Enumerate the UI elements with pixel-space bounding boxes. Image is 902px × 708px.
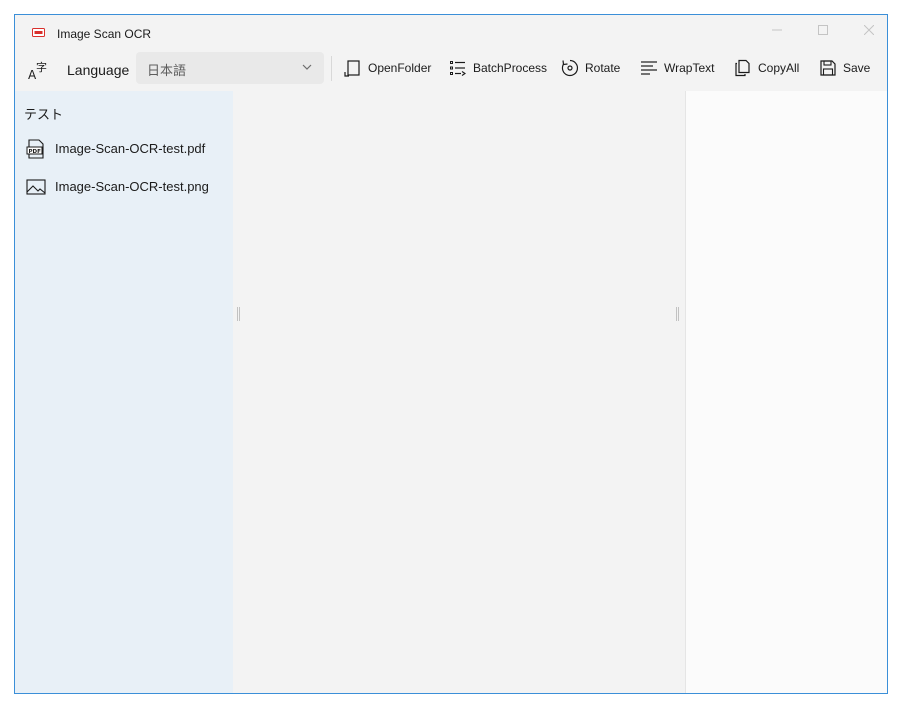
close-icon xyxy=(864,25,874,35)
image-file-icon xyxy=(26,179,46,195)
app-window: Image Scan OCR A 字 Language 日本語 OpenFold… xyxy=(14,14,888,694)
maximize-icon xyxy=(818,25,828,35)
copy-icon xyxy=(735,59,750,77)
splitter-grip xyxy=(239,307,240,321)
open-folder-label: OpenFolder xyxy=(368,61,432,75)
language-selected-value: 日本語 xyxy=(147,64,187,79)
rotate-icon xyxy=(561,59,579,77)
save-label: Save xyxy=(843,61,871,75)
file-list-item[interactable]: Image-Scan-OCR-test.png xyxy=(15,169,233,203)
toolbar: A 字 Language 日本語 OpenFolder BatchProcess… xyxy=(15,51,887,91)
window-title: Image Scan OCR xyxy=(57,27,152,41)
title-bar[interactable]: Image Scan OCR xyxy=(15,15,887,51)
save-icon xyxy=(820,60,836,76)
wrap-text-icon xyxy=(641,61,657,75)
file-name: Image-Scan-OCR-test.pdf xyxy=(55,141,206,156)
rotate-label: Rotate xyxy=(585,61,621,75)
copy-all-label: CopyAll xyxy=(758,61,800,75)
folder-name: テスト xyxy=(24,108,64,123)
right-splitter-handle[interactable] xyxy=(676,307,679,321)
rotate-button[interactable]: Rotate xyxy=(561,53,620,83)
minimize-button[interactable] xyxy=(754,15,800,45)
file-name: Image-Scan-OCR-test.png xyxy=(55,179,209,194)
ocr-text-pane[interactable] xyxy=(685,91,887,693)
splitter-grip xyxy=(676,307,677,321)
file-list-item[interactable]: PDF Image-Scan-OCR-test.pdf xyxy=(15,131,233,165)
language-label: Language xyxy=(67,62,130,78)
toolbar-separator xyxy=(331,56,332,81)
left-splitter-handle[interactable] xyxy=(237,307,240,321)
open-folder-icon xyxy=(344,60,360,77)
svg-text:PDF: PDF xyxy=(29,149,42,155)
language-icon: A 字 xyxy=(28,60,47,81)
minimize-icon xyxy=(772,29,782,31)
save-button[interactable]: Save xyxy=(819,53,870,83)
batch-process-button[interactable]: BatchProcess xyxy=(449,53,547,83)
pdf-file-icon: PDF xyxy=(26,139,44,159)
copy-all-button[interactable]: CopyAll xyxy=(734,53,799,83)
chevron-down-icon xyxy=(302,64,312,70)
wrap-text-button[interactable]: WrapText xyxy=(640,53,714,83)
wrap-text-label: WrapText xyxy=(664,61,715,75)
batch-process-label: BatchProcess xyxy=(473,61,548,75)
svg-text:字: 字 xyxy=(36,60,47,74)
file-list-pane: テスト PDF Image-Scan-OCR-test.pdf Image-Sc… xyxy=(15,91,233,693)
scanner-app-icon xyxy=(32,28,45,37)
language-dropdown[interactable]: 日本語 xyxy=(136,52,324,84)
image-preview-pane xyxy=(233,91,685,693)
maximize-button[interactable] xyxy=(800,15,846,45)
close-button[interactable] xyxy=(846,15,887,45)
splitter-grip xyxy=(678,307,679,321)
open-folder-button[interactable]: OpenFolder xyxy=(344,53,431,83)
splitter-grip xyxy=(237,307,238,321)
batch-list-icon xyxy=(450,61,466,76)
